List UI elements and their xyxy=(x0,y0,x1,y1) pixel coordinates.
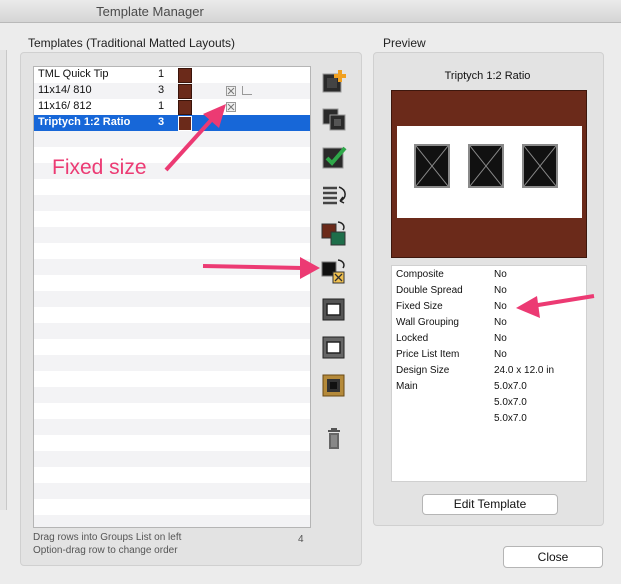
arrow-to-toolbar-icon xyxy=(202,257,320,279)
arrow-to-fixed-icon-icon xyxy=(164,104,226,172)
arrow-to-fixed-size-prop-icon xyxy=(516,294,595,318)
annotation-arrows xyxy=(164,104,595,318)
